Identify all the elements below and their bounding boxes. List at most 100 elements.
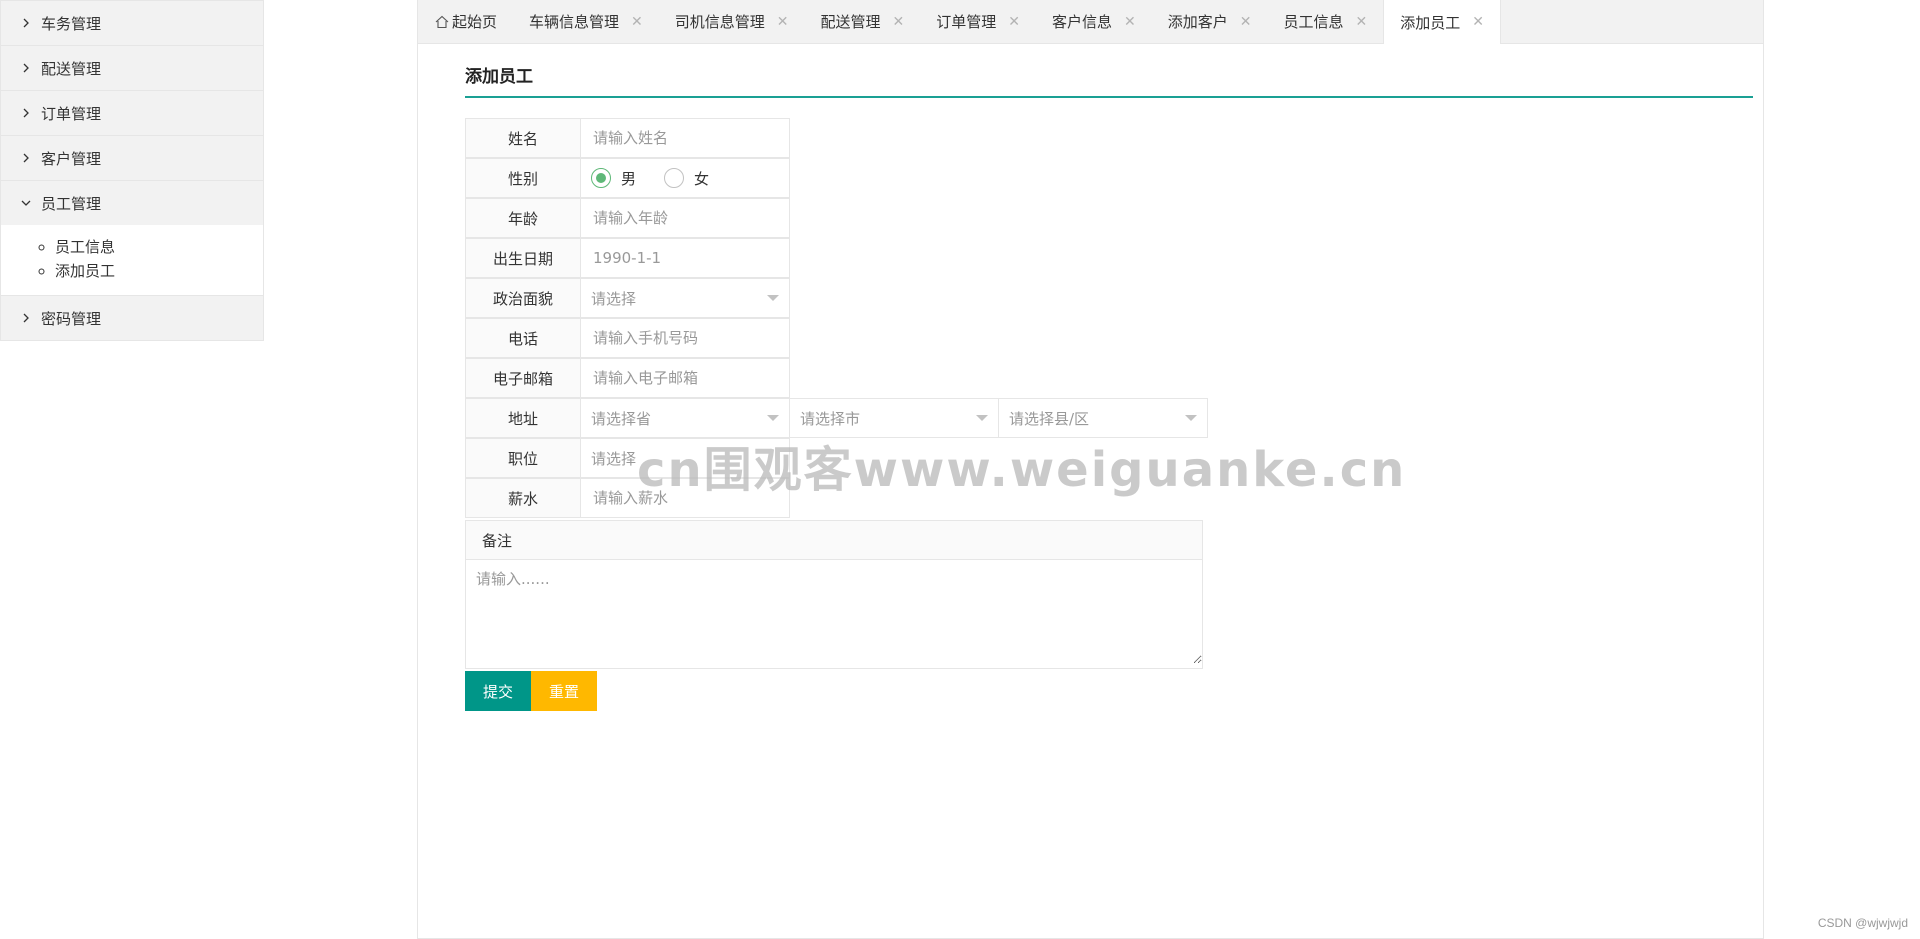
radio-unchecked-icon[interactable]	[664, 168, 685, 188]
sidebar-item-employees[interactable]: 员工管理 员工信息 添加员工	[1, 181, 263, 296]
province-select[interactable]: 请选择省	[581, 398, 790, 438]
select-placeholder: 请选择	[591, 289, 637, 308]
position-select[interactable]: 请选择	[581, 438, 790, 478]
sidebar-head[interactable]: 订单管理	[1, 91, 263, 135]
sidebar-head[interactable]: 车务管理	[1, 1, 263, 45]
sidebar-head[interactable]: 员工管理	[1, 181, 263, 225]
tab-label: 员工信息	[1283, 13, 1344, 31]
tab-add-employee[interactable]: 添加员工 ✕	[1383, 0, 1502, 44]
credit-text: CSDN @wjwjwjd	[1817, 916, 1908, 930]
form-row-email: 电子邮箱	[465, 358, 1753, 398]
tab-home[interactable]: 起始页	[418, 0, 513, 43]
sidebar-item-label: 订单管理	[41, 104, 102, 123]
tab-add-customer[interactable]: 添加客户 ✕	[1152, 0, 1268, 43]
salary-input[interactable]	[591, 488, 789, 508]
home-icon	[434, 14, 450, 30]
form-row-address: 地址 请选择省 请选择市 请选择县/区	[465, 398, 1753, 438]
close-icon[interactable]: ✕	[1124, 14, 1136, 30]
field-label: 电子邮箱	[465, 358, 581, 398]
sidebar: 车务管理 配送管理 订单管理 客户管理 员工管理 员工信息 添加员工	[0, 0, 264, 341]
gender-radio-female[interactable]: 女	[664, 168, 709, 189]
form-row-birthdate: 出生日期	[465, 238, 1753, 278]
age-field[interactable]	[581, 198, 790, 238]
birthdate-field[interactable]	[581, 238, 790, 278]
form-row-age: 年龄	[465, 198, 1753, 238]
close-icon[interactable]: ✕	[777, 14, 789, 30]
tab-label: 客户信息	[1052, 13, 1113, 31]
select-placeholder: 请选择	[591, 449, 637, 468]
dropdown-caret-icon	[767, 415, 779, 421]
sidebar-head[interactable]: 密码管理	[1, 296, 263, 340]
select-placeholder: 请选择县/区	[1009, 409, 1090, 428]
chevron-right-icon	[19, 106, 33, 120]
sidebar-subitem-employee-info[interactable]: 员工信息	[55, 235, 263, 259]
chevron-down-icon	[19, 196, 33, 210]
close-icon[interactable]: ✕	[1356, 14, 1368, 30]
form-row-salary: 薪水	[465, 478, 1753, 518]
close-icon[interactable]: ✕	[1472, 14, 1484, 30]
field-label: 年龄	[465, 198, 581, 238]
form-row-position: 职位 请选择	[465, 438, 1753, 478]
form-buttons: 提交 重置	[465, 671, 1753, 711]
chevron-right-icon	[19, 61, 33, 75]
salary-field[interactable]	[581, 478, 790, 518]
close-icon[interactable]: ✕	[1240, 14, 1252, 30]
phone-field[interactable]	[581, 318, 790, 358]
dropdown-caret-icon	[1185, 415, 1197, 421]
name-field[interactable]	[581, 118, 790, 158]
tab-label: 添加客户	[1167, 13, 1228, 31]
sidebar-item-vehicle[interactable]: 车务管理	[1, 1, 263, 46]
field-label: 地址	[465, 398, 581, 438]
tab-label: 添加员工	[1400, 13, 1461, 32]
city-select[interactable]: 请选择市	[790, 398, 999, 438]
dropdown-caret-icon	[767, 295, 779, 301]
tab-employee-info[interactable]: 员工信息 ✕	[1268, 0, 1384, 43]
tab-vehicle-info[interactable]: 车辆信息管理 ✕	[513, 0, 659, 43]
sidebar-item-delivery[interactable]: 配送管理	[1, 46, 263, 91]
page-title: 添加员工	[465, 56, 1753, 98]
select-placeholder: 请选择市	[800, 409, 861, 428]
submit-button[interactable]: 提交	[465, 671, 532, 711]
reset-button[interactable]: 重置	[531, 671, 598, 711]
remark-block: 备注	[465, 520, 1203, 669]
field-label: 薪水	[465, 478, 581, 518]
form-row-gender: 性别 男 女	[465, 158, 1753, 198]
dropdown-caret-icon	[976, 415, 988, 421]
field-label: 职位	[465, 438, 581, 478]
county-select[interactable]: 请选择县/区	[999, 398, 1208, 438]
sidebar-head[interactable]: 配送管理	[1, 46, 263, 90]
politics-select[interactable]: 请选择	[581, 278, 790, 318]
tab-delivery[interactable]: 配送管理 ✕	[805, 0, 921, 43]
gender-radio-male[interactable]: 男	[591, 168, 636, 189]
tab-driver-info[interactable]: 司机信息管理 ✕	[659, 0, 805, 43]
email-field[interactable]	[581, 358, 790, 398]
phone-input[interactable]	[591, 328, 789, 348]
field-label: 政治面貌	[465, 278, 581, 318]
sidebar-head[interactable]: 客户管理	[1, 136, 263, 180]
close-icon[interactable]: ✕	[1008, 14, 1020, 30]
radio-checked-icon[interactable]	[591, 168, 611, 188]
remark-textarea[interactable]	[466, 560, 1202, 664]
gender-field: 男 女	[581, 158, 790, 198]
tab-customer-info[interactable]: 客户信息 ✕	[1036, 0, 1152, 43]
form-row-phone: 电话	[465, 318, 1753, 358]
tab-label: 配送管理	[820, 13, 881, 31]
form-row-name: 姓名	[465, 118, 1753, 158]
close-icon[interactable]: ✕	[893, 14, 905, 30]
tab-orders[interactable]: 订单管理 ✕	[920, 0, 1036, 43]
sidebar-item-orders[interactable]: 订单管理	[1, 91, 263, 136]
email-input[interactable]	[591, 368, 789, 388]
chevron-right-icon	[19, 151, 33, 165]
name-input[interactable]	[591, 128, 789, 148]
tab-label: 司机信息管理	[674, 13, 765, 31]
sidebar-subitem-add-employee[interactable]: 添加员工	[55, 259, 263, 283]
field-label: 性别	[465, 158, 581, 198]
tab-label: 订单管理	[936, 13, 997, 31]
birthdate-input[interactable]	[591, 248, 789, 268]
sidebar-item-password[interactable]: 密码管理	[1, 296, 263, 341]
close-icon[interactable]: ✕	[631, 14, 643, 30]
sidebar-item-customers[interactable]: 客户管理	[1, 136, 263, 181]
chevron-right-icon	[19, 311, 33, 325]
tab-label: 车辆信息管理	[529, 13, 620, 31]
age-input[interactable]	[591, 208, 789, 228]
